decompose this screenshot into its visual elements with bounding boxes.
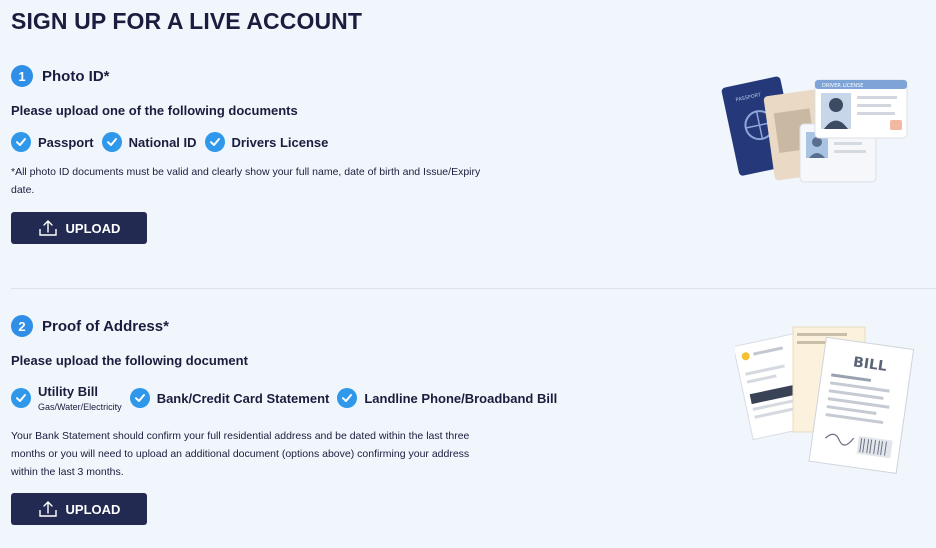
check-circle-icon xyxy=(337,388,358,408)
upload-icon xyxy=(38,501,57,517)
proof-of-address-heading: 2 Proof of Address* xyxy=(11,315,169,337)
check-circle-icon xyxy=(101,132,122,152)
note-line: Your Bank Statement should confirm your … xyxy=(11,430,470,442)
check-circle-icon xyxy=(129,388,150,408)
step-number-badge: 1 xyxy=(11,65,33,87)
note-line: date. xyxy=(11,184,35,196)
document-label: Passport xyxy=(38,134,94,150)
check-circle-icon xyxy=(11,132,31,152)
photo-id-note: *All photo ID documents must be valid an… xyxy=(11,163,480,199)
page-title: SIGN UP FOR A LIVE ACCOUNT xyxy=(11,8,363,34)
photo-id-section: 1 Photo ID* Please upload one of the fol… xyxy=(0,60,936,288)
upload-icon xyxy=(38,220,57,236)
license-header-text: DRIVER LICENSE xyxy=(822,83,863,89)
document-label: National ID xyxy=(128,134,197,150)
photo-id-upload-button[interactable]: UPLOAD xyxy=(11,212,147,244)
document-sublabel: Gas/Water/Electricity xyxy=(38,402,122,412)
utility-bill-text: Utility Bill Gas/Water/Electricity xyxy=(38,384,122,412)
document-passport: Passport xyxy=(11,132,94,152)
upload-label: UPLOAD xyxy=(65,220,121,236)
document-label: Bank/Credit Card Statement xyxy=(156,390,330,406)
photo-id-heading: 1 Photo ID* xyxy=(11,65,110,87)
proof-of-address-note: Your Bank Statement should confirm your … xyxy=(11,427,469,481)
note-line: *All photo ID documents must be valid an… xyxy=(11,166,481,178)
check-circle-icon xyxy=(11,388,31,408)
photo-id-illustration: PASSPORT DRIVER LICENSE xyxy=(721,76,908,183)
document-national-id: National ID xyxy=(101,132,197,152)
proof-of-address-upload-button[interactable]: UPLOAD xyxy=(11,493,147,525)
document-label: Landline Phone/Broadband Bill xyxy=(364,390,558,406)
document-bank-statement: Bank/Credit Card Statement xyxy=(129,388,330,408)
address-document-list: Utility Bill Gas/Water/Electricity Bank/… xyxy=(11,384,565,412)
note-line: months or you will need to upload an add… xyxy=(11,448,470,460)
document-drivers-license: Drivers License xyxy=(204,132,329,152)
photo-id-document-list: Passport National ID Drivers License xyxy=(11,132,336,152)
check-circle-icon xyxy=(204,132,225,152)
document-label: Utility Bill xyxy=(38,384,98,399)
document-landline-bill: Landline Phone/Broadband Bill xyxy=(337,388,557,408)
note-line: within the last 3 months. xyxy=(11,466,124,478)
document-utility-bill: Utility Bill Gas/Water/Electricity xyxy=(11,384,122,412)
proof-of-address-section: 2 Proof of Address* Please upload the fo… xyxy=(0,289,936,548)
step-number-badge: 2 xyxy=(11,315,33,337)
document-label: Drivers License xyxy=(231,134,329,150)
proof-of-address-subheading: Please upload the following document xyxy=(11,353,248,368)
photo-id-subheading: Please upload one of the following docum… xyxy=(11,103,298,118)
proof-of-address-title: Proof of Address* xyxy=(42,317,169,335)
photo-id-title: Photo ID* xyxy=(42,67,110,85)
bill-illustration: BILL xyxy=(735,326,915,474)
upload-label: UPLOAD xyxy=(65,501,121,517)
